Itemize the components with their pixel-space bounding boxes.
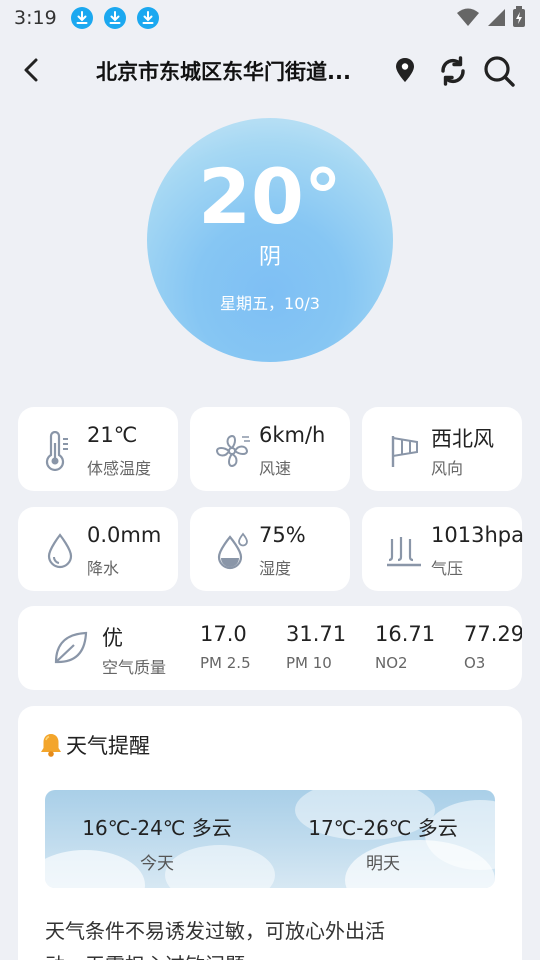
back-arrow-icon[interactable] xyxy=(18,56,46,84)
windsock-icon xyxy=(391,436,418,467)
thermometer-icon xyxy=(45,431,68,471)
air-quality-card[interactable]: 优 空气质量 17.0 PM 2.5 31.71 PM 10 16.71 NO2… xyxy=(18,606,522,690)
forecast-today-temp: 16℃-24℃ xyxy=(82,816,186,840)
reminder-title: 天气提醒 xyxy=(66,734,150,758)
wind-direction-tile: 西北风 风向 xyxy=(362,407,522,491)
wind-speed-label: 风速 xyxy=(259,459,292,478)
forecast-today: 16℃-24℃ 多云 今天 xyxy=(79,812,235,874)
wifi-icon xyxy=(457,8,479,26)
leaf-icon xyxy=(54,631,88,664)
feels-like-value: 21℃ xyxy=(87,423,138,447)
aq-pm10: 31.71 PM 10 xyxy=(286,622,346,672)
reminder-header: 天气提醒 xyxy=(38,730,150,760)
aq-pm25-label: PM 2.5 xyxy=(200,654,251,672)
status-time: 3:19 xyxy=(14,7,57,29)
location-title[interactable]: 北京市东城区东华门街道... xyxy=(96,56,392,86)
forecast-tomorrow-day: 明天 xyxy=(366,854,400,874)
precipitation-value: 0.0mm xyxy=(87,523,162,547)
humidity-icon xyxy=(217,532,248,570)
humidity-value: 75% xyxy=(259,523,306,547)
wind-direction-value: 西北风 xyxy=(431,427,494,451)
pressure-label: 气压 xyxy=(431,559,464,578)
aq-pm10-label: PM 10 xyxy=(286,654,332,672)
download-notification-icon xyxy=(70,7,93,29)
status-icons xyxy=(456,6,526,28)
air-quality-label: 空气质量 xyxy=(102,658,167,677)
current-temperature: 20° xyxy=(198,152,342,241)
battery-icon xyxy=(513,6,525,27)
reminder-text: 天气条件不易诱发过敏，可放心外出活动，无需担心过敏问题。 xyxy=(45,919,385,960)
pressure-icon xyxy=(387,537,421,567)
aq-pm25: 17.0 PM 2.5 xyxy=(200,622,251,672)
aq-o3-label: O3 xyxy=(464,654,486,672)
precipitation-label: 降水 xyxy=(87,559,120,578)
current-weather-circle: 20° 阴 星期五，10/3 xyxy=(147,118,393,362)
wind-speed-tile: 6km/h 风速 xyxy=(190,407,350,491)
air-quality-level: 优 xyxy=(102,626,123,650)
status-bar: 3:19 xyxy=(0,0,540,36)
search-icon[interactable] xyxy=(482,54,516,88)
aq-o3: 77.29 O3 xyxy=(464,622,522,672)
aq-no2-label: NO2 xyxy=(375,654,408,672)
download-notification-icon xyxy=(136,7,159,29)
precipitation-tile: 0.0mm 降水 xyxy=(18,507,178,591)
bell-icon xyxy=(41,734,61,757)
signal-icon xyxy=(488,9,505,26)
current-date: 星期五，10/3 xyxy=(220,294,320,313)
feels-like-tile: 21℃ 体感温度 xyxy=(18,407,178,491)
refresh-icon[interactable] xyxy=(436,54,470,88)
forecast-today-day: 今天 xyxy=(140,854,174,874)
aq-pm10-value: 31.71 xyxy=(286,622,347,646)
fan-icon xyxy=(215,434,250,468)
app-header: 北京市东城区东华门街道... xyxy=(0,44,540,96)
aq-no2: 16.71 NO2 xyxy=(375,622,435,672)
forecast-tomorrow: 17℃-26℃ 多云 明天 xyxy=(303,812,463,874)
forecast-banner: 16℃-24℃ 多云 今天 17℃-26℃ 多云 明天 xyxy=(45,790,495,888)
raindrop-icon xyxy=(47,533,73,569)
aq-pm25-value: 17.0 xyxy=(200,622,247,646)
wind-direction-label: 风向 xyxy=(431,459,464,478)
humidity-label: 湿度 xyxy=(259,559,292,578)
wind-speed-value: 6km/h xyxy=(259,423,326,447)
forecast-tomorrow-temp: 17℃-26℃ xyxy=(308,816,412,840)
humidity-tile: 75% 湿度 xyxy=(190,507,350,591)
feels-like-label: 体感温度 xyxy=(87,459,152,478)
aq-o3-value: 77.29 xyxy=(464,622,522,646)
location-pin-icon[interactable] xyxy=(394,57,416,83)
pressure-tile: 1013hpa 气压 xyxy=(362,507,524,591)
forecast-tomorrow-cond: 多云 xyxy=(417,816,458,840)
pressure-value: 1013hpa xyxy=(431,523,524,547)
download-notification-icon xyxy=(103,7,126,29)
aq-no2-value: 16.71 xyxy=(375,622,436,646)
current-condition: 阴 xyxy=(258,245,281,270)
weather-reminder-card: 天气提醒 16℃-24℃ 多云 今天 17℃-26℃ 多云 明天 天气条件不易诱… xyxy=(18,706,522,960)
forecast-today-cond: 多云 xyxy=(191,816,232,840)
